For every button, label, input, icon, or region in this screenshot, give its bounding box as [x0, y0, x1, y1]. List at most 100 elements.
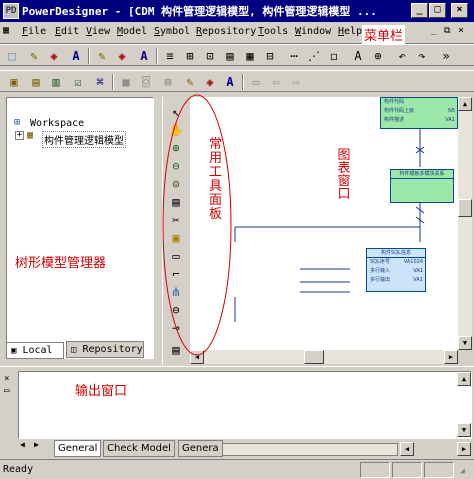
tab-local[interactable]: ▣ Local — [6, 342, 64, 359]
menu-help[interactable]: Help — [338, 26, 362, 37]
menu-bar: ▦ File Edit View Model Symbol Repository… — [0, 22, 474, 44]
scroll-right-icon[interactable]: ▶ — [444, 350, 458, 364]
maximize-button[interactable]: □ — [429, 3, 446, 18]
link-icon[interactable]: ⋯ — [286, 48, 302, 64]
entity-component[interactable]: 构件代码 构件代码上级 N5 构件描述 VA1 — [380, 97, 458, 129]
open-icon[interactable]: ▤ — [28, 74, 44, 90]
output-scroll-up-icon[interactable]: ▲ — [457, 372, 471, 386]
delete-icon[interactable]: ⊠ — [160, 74, 176, 90]
window-title: PowerDesigner - [CDM 构件管理逻辑模型, 构件管理逻辑模型 … — [22, 5, 377, 18]
fill-color-icon[interactable]: ◈ — [114, 48, 130, 64]
pen-icon[interactable]: ✎ — [182, 74, 198, 90]
output-scroll-left-icon[interactable]: ◀ — [400, 442, 414, 456]
shape-icon[interactable]: ◻ — [326, 48, 342, 64]
splitter[interactable] — [0, 366, 474, 370]
stop-icon[interactable]: ■ — [118, 74, 134, 90]
palette-annotation: 常用工具面板 — [208, 137, 222, 222]
dock-icon[interactable]: ▭ — [4, 386, 9, 396]
forward-icon[interactable]: ⇨ — [288, 74, 304, 90]
child-minimize-icon[interactable]: _ — [431, 26, 436, 36]
app-icon[interactable]: PD — [3, 3, 19, 19]
group-icon[interactable]: ⊡ — [202, 48, 218, 64]
child-restore-icon[interactable]: ⧉ — [444, 26, 450, 36]
pin-icon[interactable]: × — [4, 374, 9, 384]
status-bar: Ready ◢ — [0, 459, 474, 479]
scroll-thumb-horizontal[interactable] — [304, 350, 324, 364]
status-text: Ready — [3, 464, 34, 475]
align-icon[interactable]: ≡ — [162, 48, 178, 64]
toolbar-separator — [242, 74, 244, 90]
browser-annotation: 树形模型管理器 — [15, 256, 107, 271]
scroll-up-icon[interactable]: ▲ — [458, 97, 472, 111]
output-scroll-right-icon[interactable]: ▶ — [457, 442, 471, 456]
minimize-button[interactable]: _ — [411, 3, 428, 18]
child-close-icon[interactable]: × — [458, 25, 464, 36]
toolbar-separator — [112, 74, 114, 90]
diagram-vertical-scrollbar[interactable]: ▲ ▼ — [458, 97, 472, 350]
back-icon[interactable]: ⇦ — [268, 74, 284, 90]
tab-general[interactable]: General — [54, 440, 102, 457]
menu-model[interactable]: Model — [117, 26, 147, 37]
output-horizontal-scrollbar[interactable] — [222, 443, 398, 456]
title-bar: PD PowerDesigner - [CDM 构件管理逻辑模型, 构件管理逻辑… — [0, 0, 474, 22]
fill-bucket-icon[interactable]: ◈ — [46, 48, 62, 64]
entity-template-relation[interactable]: 构件模板多模块关系 — [390, 169, 454, 203]
paint-icon[interactable]: ◈ — [202, 74, 218, 90]
scroll-thumb[interactable] — [458, 199, 472, 217]
properties-icon[interactable]: ⌘ — [92, 74, 108, 90]
new-model-icon[interactable]: ▣ — [6, 74, 22, 90]
menu-edit[interactable]: Edit — [55, 26, 79, 37]
output-panel: 输出窗口 ▲ ▼ — [18, 371, 472, 439]
folder-icon[interactable]: ▭ — [248, 74, 264, 90]
font-icon[interactable]: A — [222, 74, 238, 90]
code-preview-icon[interactable]: ⌺ — [138, 74, 154, 90]
tab-check-model[interactable]: Check Model — [103, 440, 175, 457]
menu-symbol[interactable]: Symbol — [154, 26, 190, 37]
format-painter-icon[interactable]: ✎ — [26, 48, 42, 64]
status-cell — [424, 462, 454, 478]
redo-icon[interactable]: ↷ — [414, 48, 430, 64]
menu-window[interactable]: Window — [295, 26, 331, 37]
route-icon[interactable]: ⋰ — [306, 48, 322, 64]
output-scroll-down-icon[interactable]: ▼ — [457, 423, 471, 437]
save-icon[interactable]: ▥ — [48, 74, 64, 90]
order-icon[interactable]: ▤ — [222, 48, 238, 64]
menu-view[interactable]: View — [86, 26, 110, 37]
local-icon: ▣ — [11, 346, 17, 356]
undo-icon[interactable]: ↶ — [394, 48, 410, 64]
layout-icon[interactable]: ⊞ — [182, 48, 198, 64]
menu-tools[interactable]: Tools — [258, 26, 288, 37]
chevron-icon[interactable]: » — [438, 48, 454, 64]
document-icon[interactable]: ▦ — [3, 25, 9, 36]
distribute-icon[interactable]: ⊟ — [262, 48, 278, 64]
model-node[interactable]: 构件管理逻辑模型 — [42, 131, 126, 148]
tab-generation[interactable]: Genera — [178, 440, 223, 457]
expand-icon[interactable]: + — [15, 131, 24, 140]
font-color-icon[interactable]: A — [68, 48, 84, 64]
tab-repository[interactable]: ◫ Repository — [66, 341, 144, 358]
menubar-annotation: 菜单栏 — [362, 25, 406, 44]
browser-tree: ⊞ Workspace + ▦ 构件管理逻辑模型 树形模型管理器 — [9, 100, 151, 353]
workspace-node[interactable]: Workspace — [30, 118, 84, 129]
tab-scroll-left-icon[interactable]: ◀ — [20, 440, 25, 449]
scroll-down-icon[interactable]: ▼ — [458, 336, 472, 350]
menu-repository[interactable]: Repository — [196, 26, 256, 37]
zoom-fit-icon[interactable]: ⊕ — [370, 48, 386, 64]
close-button[interactable]: × — [451, 3, 468, 18]
output-pin-handle[interactable]: × ▭ — [3, 372, 14, 438]
tab-scroll-right-icon[interactable]: ▶ — [34, 440, 39, 449]
repository-icon: ◫ — [71, 345, 77, 355]
text-icon[interactable]: A — [350, 48, 366, 64]
check-model-icon[interactable]: ☑ — [70, 74, 86, 90]
grid-icon[interactable]: ▦ — [242, 48, 258, 64]
entity-component-sql[interactable]: 构件SQL信息 SQL序号 VA1024 多行输入 VA1 多行输出 VA1 — [366, 248, 426, 292]
size-grip-icon[interactable]: ◢ — [460, 466, 465, 475]
toolbar-separator — [88, 48, 90, 64]
model-icon: ▦ — [27, 130, 34, 141]
toolbar-format: ⬚ ✎ ◈ A ✎ ◈ A ≡ ⊞ ⊡ ▤ ▦ ⊟ ⋯ ⋰ ◻ A ⊕ ↶ ↷ … — [0, 44, 474, 66]
menu-file[interactable]: File — [22, 26, 46, 37]
line-color-icon[interactable]: ✎ — [94, 48, 110, 64]
text-color-icon[interactable]: A — [136, 48, 152, 64]
pointer-tool-icon[interactable]: ⬚ — [4, 48, 20, 64]
toolbar-standard: ▣ ▤ ▥ ☑ ⌘ ■ ⌺ ⊠ ✎ ◈ A ▭ ⇦ ⇨ — [0, 70, 474, 92]
